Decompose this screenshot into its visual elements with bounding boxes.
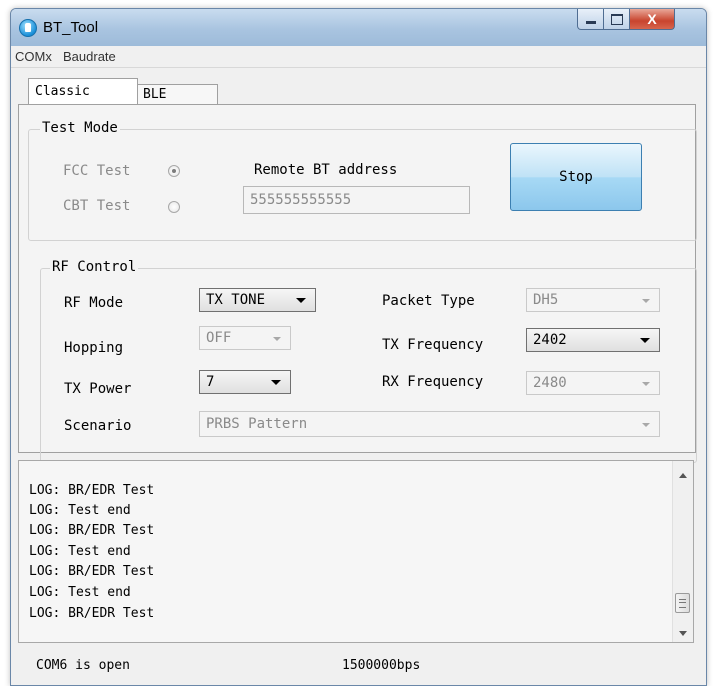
- tx-power-value: 7: [206, 374, 215, 390]
- chevron-down-icon: [296, 298, 306, 303]
- rx-frequency-label: RX Frequency: [382, 374, 484, 390]
- cbt-test-label: CBT Test: [63, 198, 131, 214]
- scenario-label: Scenario: [64, 418, 132, 434]
- tx-frequency-value: 2402: [533, 332, 567, 348]
- log-line: LOG: BR/EDR Test: [29, 483, 155, 498]
- hopping-value: OFF: [206, 330, 232, 346]
- log-line: LOG: Test end: [29, 544, 131, 559]
- hopping-label: Hopping: [64, 340, 124, 356]
- remote-bt-address-input[interactable]: 555555555555: [243, 186, 470, 214]
- rf-control-group-label: RF Control: [50, 259, 139, 275]
- menu-comx[interactable]: COMx: [13, 49, 54, 64]
- app-icon: [19, 19, 37, 37]
- stop-button[interactable]: Stop: [510, 143, 642, 211]
- rf-mode-label: RF Mode: [64, 295, 124, 311]
- packet-type-value: DH5: [533, 292, 559, 308]
- tab-ble[interactable]: BLE: [136, 84, 218, 106]
- rf-mode-value: TX TONE: [206, 292, 266, 308]
- tab-classic[interactable]: Classic: [28, 78, 138, 104]
- scroll-thumb[interactable]: [675, 593, 690, 613]
- minimize-icon: [586, 20, 596, 24]
- fcc-test-label: FCC Test: [63, 163, 131, 179]
- tx-frequency-select[interactable]: 2402: [526, 328, 660, 352]
- scroll-down-icon[interactable]: [679, 631, 687, 636]
- close-icon: X: [647, 11, 657, 27]
- rx-frequency-value: 2480: [533, 375, 567, 391]
- hopping-select[interactable]: OFF: [199, 326, 291, 350]
- menu-bar: COMx Baudrate: [11, 46, 706, 68]
- window-title: BT_Tool: [43, 19, 99, 36]
- log-scrollbar[interactable]: [672, 461, 693, 642]
- chevron-down-icon: [642, 382, 650, 386]
- baud-status: 1500000bps: [342, 658, 421, 673]
- tx-power-select[interactable]: 7: [199, 370, 291, 394]
- title-bar[interactable]: BT_Tool X: [11, 9, 706, 46]
- log-line: LOG: BR/EDR Test: [29, 523, 155, 538]
- remote-bt-address-label: Remote BT address: [254, 162, 398, 178]
- chevron-down-icon: [640, 338, 650, 343]
- maximize-icon: [611, 13, 623, 25]
- status-bar: COM6 is open 1500000bps: [10, 650, 705, 680]
- scroll-up-icon[interactable]: [679, 473, 687, 478]
- scenario-value: PRBS Pattern: [206, 416, 308, 432]
- tx-power-label: TX Power: [64, 381, 132, 397]
- rf-mode-select[interactable]: TX TONE: [199, 288, 316, 312]
- log-line: LOG: Test end: [29, 585, 131, 600]
- maximize-button[interactable]: [603, 9, 631, 30]
- chevron-down-icon: [642, 423, 650, 427]
- log-line: LOG: BR/EDR Test: [29, 606, 155, 621]
- minimize-button[interactable]: [577, 9, 605, 30]
- rx-frequency-select[interactable]: 2480: [526, 371, 660, 395]
- log-line: LOG: BR/EDR Test: [29, 564, 155, 579]
- log-line: LOG: Test end: [29, 503, 131, 518]
- close-button[interactable]: X: [629, 9, 675, 30]
- chevron-down-icon: [642, 299, 650, 303]
- port-status: COM6 is open: [36, 658, 130, 673]
- packet-type-select[interactable]: DH5: [526, 288, 660, 312]
- cbt-test-radio[interactable]: [168, 201, 180, 213]
- fcc-test-radio[interactable]: [168, 165, 180, 177]
- scenario-select[interactable]: PRBS Pattern: [199, 411, 660, 437]
- test-mode-group-label: Test Mode: [40, 120, 120, 136]
- chevron-down-icon: [271, 380, 281, 385]
- packet-type-label: Packet Type: [382, 293, 475, 309]
- menu-baudrate[interactable]: Baudrate: [61, 49, 118, 64]
- log-textarea[interactable]: LOG: BR/EDR Test LOG: Test end LOG: BR/E…: [18, 460, 694, 643]
- tx-frequency-label: TX Frequency: [382, 337, 484, 353]
- chevron-down-icon: [273, 337, 281, 341]
